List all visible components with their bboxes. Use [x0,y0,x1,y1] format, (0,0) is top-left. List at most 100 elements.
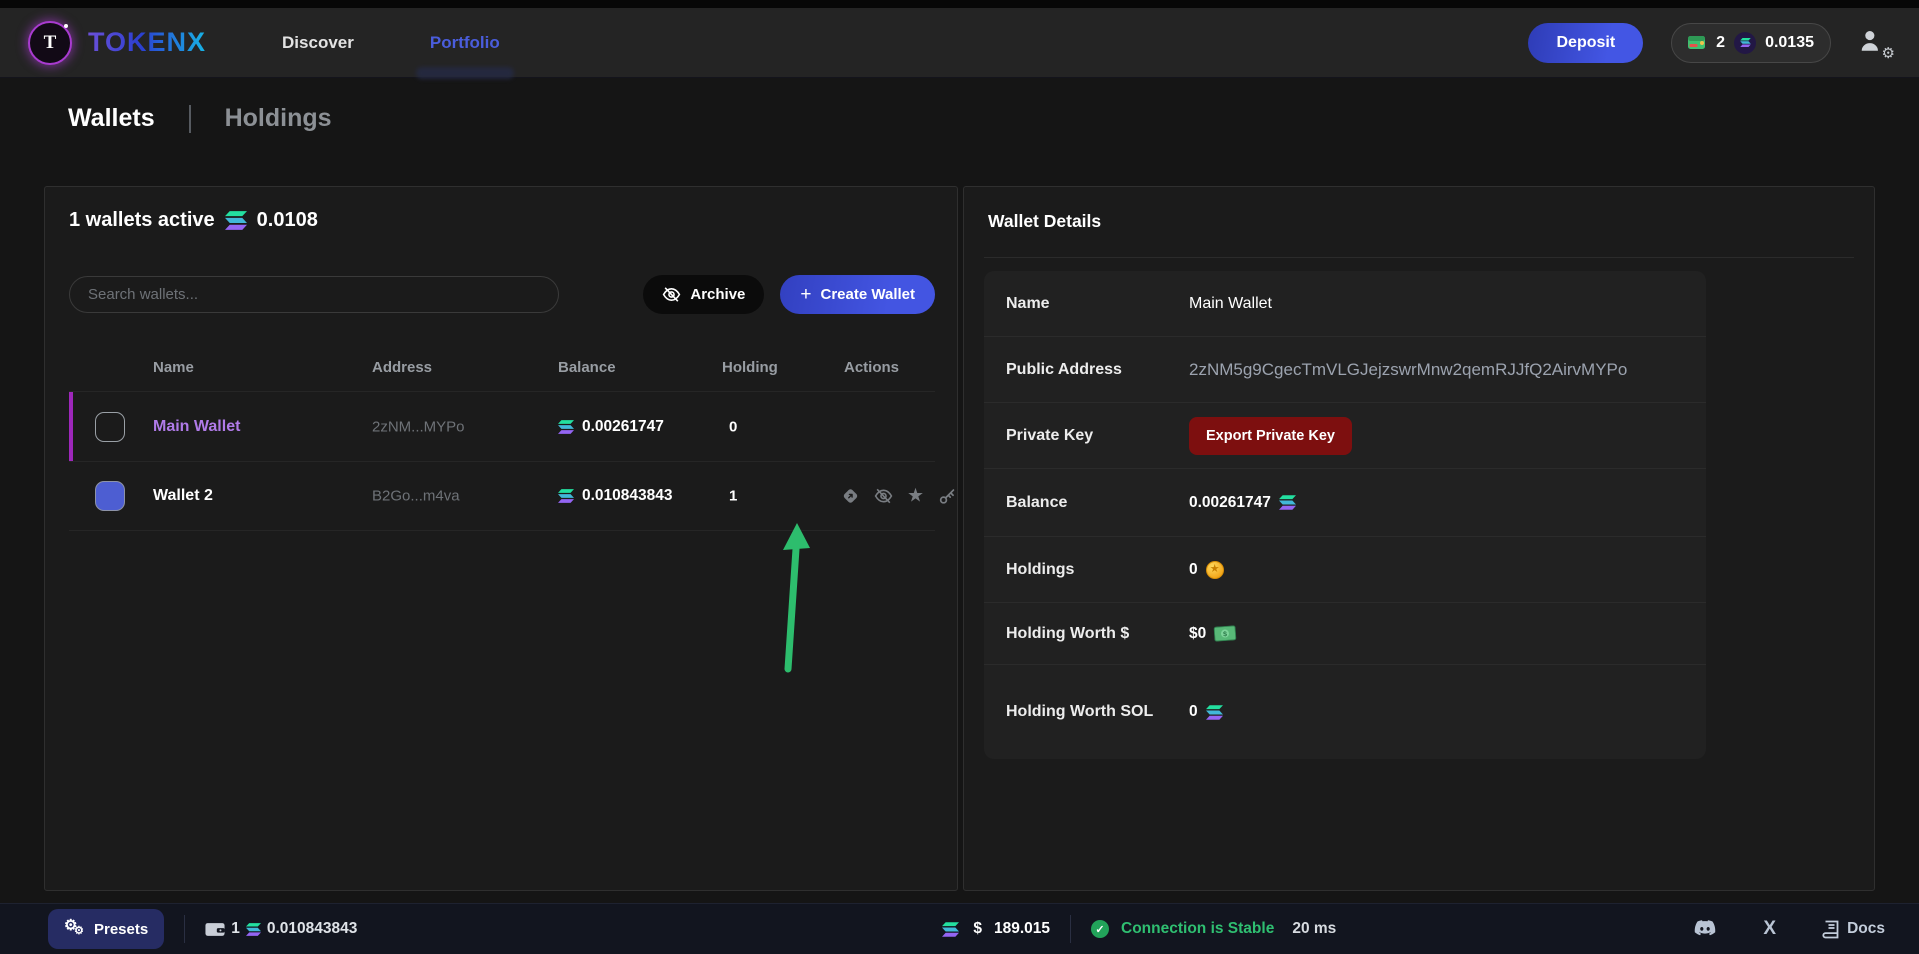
dollar-bill-icon: $ [1214,625,1237,641]
wallet-balance: 0.010843843 [558,487,673,505]
wallet-balance-pill[interactable]: 2 0.0135 [1671,23,1831,63]
name-label: Name [984,291,1189,317]
book-icon [1822,920,1839,939]
brand: T TOKENX [28,21,206,65]
public-address-label: Public Address [984,357,1189,383]
docs-link[interactable]: Docs [1822,920,1885,939]
column-holding: Holding [722,359,778,376]
statusbar-links: X Docs [1693,918,1885,940]
gears-icon: ⚙⚙ [64,919,86,939]
annotation-arrow [765,517,825,677]
table-row-main-wallet[interactable]: Main Wallet 2zNM...MYPo 0.00261747 0 [69,391,935,461]
wallet-holding: 0 [729,418,737,435]
archive-button[interactable]: Archive [643,275,764,314]
tab-holdings[interactable]: Holdings [225,104,332,133]
checkbox-main-wallet[interactable] [95,412,125,442]
price-prefix: $ [973,920,982,938]
top-nav-bar: T TOKENX Discover Portfolio Deposit 2 0.… [0,0,1919,78]
export-private-key-button[interactable]: Export Private Key [1189,417,1352,455]
logo-letter: T [44,32,57,54]
latency-value: 20 ms [1292,920,1336,938]
nav-link-portfolio-label: Portfolio [430,33,500,52]
column-balance: Balance [558,359,616,376]
x-twitter-icon[interactable]: X [1763,918,1776,940]
tokenx-logo-icon[interactable]: T [28,21,72,65]
hide-wallet-icon[interactable] [874,487,893,506]
name-value: Main Wallet [1189,295,1272,313]
sol-price: 189.015 [994,920,1050,938]
top-nav-right: Deposit 2 0.0135 ⚙ [1528,23,1889,63]
holding-worth-usd-label: Holding Worth $ [984,621,1189,647]
wallet-total-group: 1 0.010843843 [205,920,357,938]
sol-icon [558,489,574,503]
key-icon[interactable] [938,487,957,506]
connection-check-icon: ✓ [1091,920,1109,938]
wallet-details-panel: Wallet Details Name Main Wallet Public A… [963,186,1875,891]
balance-value: 0.010843843 [582,487,673,505]
create-wallet-button[interactable]: + Create Wallet [780,275,935,314]
wallet-count-badge: 2 [1716,34,1725,52]
tab-divider [189,105,191,133]
detail-row-private-key: Private Key Export Private Key [984,403,1706,469]
active-wallets-summary: 1 wallets active 0.0108 [69,209,318,232]
wallet-address: B2Go...m4va [372,488,460,505]
balance-value: 0.00261747 [1189,494,1271,512]
connection-status: Connection is Stable [1121,920,1274,938]
details-divider [984,257,1854,258]
sol-balance-badge: 0.0135 [1765,34,1814,52]
detail-row-public-address: Public Address 2zNM5g9CgecTmVLGJejzswrMn… [984,337,1706,403]
active-sol-amount: 0.0108 [257,209,318,232]
sol-icon [1206,705,1223,720]
private-key-label: Private Key [984,423,1189,449]
sol-icon [558,420,574,434]
wallet-icon [205,921,225,937]
favorite-star-icon[interactable]: ★ [907,487,924,506]
holding-worth-usd-value: $0 [1189,625,1206,643]
portfolio-active-glow [416,67,514,79]
search-input[interactable] [69,276,559,313]
nav-link-discover[interactable]: Discover [282,33,354,53]
wallet-address: 2zNM...MYPo [372,418,465,435]
holdings-label: Holdings [984,557,1189,583]
balance-value: 0.00261747 [582,418,664,436]
connection-group: ✓ Connection is Stable 20 ms [1091,920,1336,938]
sol-icon [246,923,261,936]
account-settings-icon[interactable]: ⚙ [1859,28,1889,58]
plus-icon: + [800,284,811,306]
logo-dot [64,24,68,28]
send-icon[interactable] [841,487,860,506]
column-address: Address [372,359,432,376]
discord-icon[interactable] [1693,920,1717,938]
wallets-table: Name Address Balance Holding Actions Mai… [69,347,935,531]
presets-button[interactable]: ⚙⚙ Presets [48,909,164,949]
create-wallet-label: Create Wallet [821,286,915,303]
balance-label: Balance [984,490,1189,516]
holding-worth-sol-value: 0 [1189,703,1198,721]
checkbox-wallet-2[interactable] [95,481,125,511]
status-bar: ⚙⚙ Presets 1 0.010843843 $ 189.015 ✓ Con… [0,903,1919,954]
table-row-wallet-2[interactable]: Wallet 2 B2Go...m4va 0.010843843 1 ★ [69,461,935,531]
wallet-emoji-icon [1688,35,1707,50]
holdings-value: 0 [1189,561,1198,579]
presets-label: Presets [94,921,148,938]
deposit-button[interactable]: Deposit [1528,23,1643,63]
tab-wallets[interactable]: Wallets [68,104,155,133]
detail-row-holdings: Holdings 0 ★ [984,537,1706,603]
statusbar-wallet-count: 1 [231,920,240,938]
nav-link-portfolio[interactable]: Portfolio [430,33,500,53]
detail-row-name: Name Main Wallet [984,271,1706,337]
divider [1070,915,1071,943]
wallet-controls: Archive + Create Wallet [69,275,935,314]
brand-name: TOKENX [88,27,206,58]
archive-label: Archive [690,286,745,303]
view-tabs: Wallets Holdings [68,104,332,133]
sol-icon [942,922,959,937]
holding-worth-sol-label: Holding Worth SOL [984,699,1189,725]
eye-off-icon [662,285,681,304]
row-actions: ★ [841,487,957,506]
detail-row-holding-worth-sol: Holding Worth SOL 0 [984,665,1706,759]
wallet-holding: 1 [729,488,737,505]
divider [184,915,185,943]
wallet-details-title: Wallet Details [988,211,1101,232]
active-wallets-text: 1 wallets active [69,209,215,232]
